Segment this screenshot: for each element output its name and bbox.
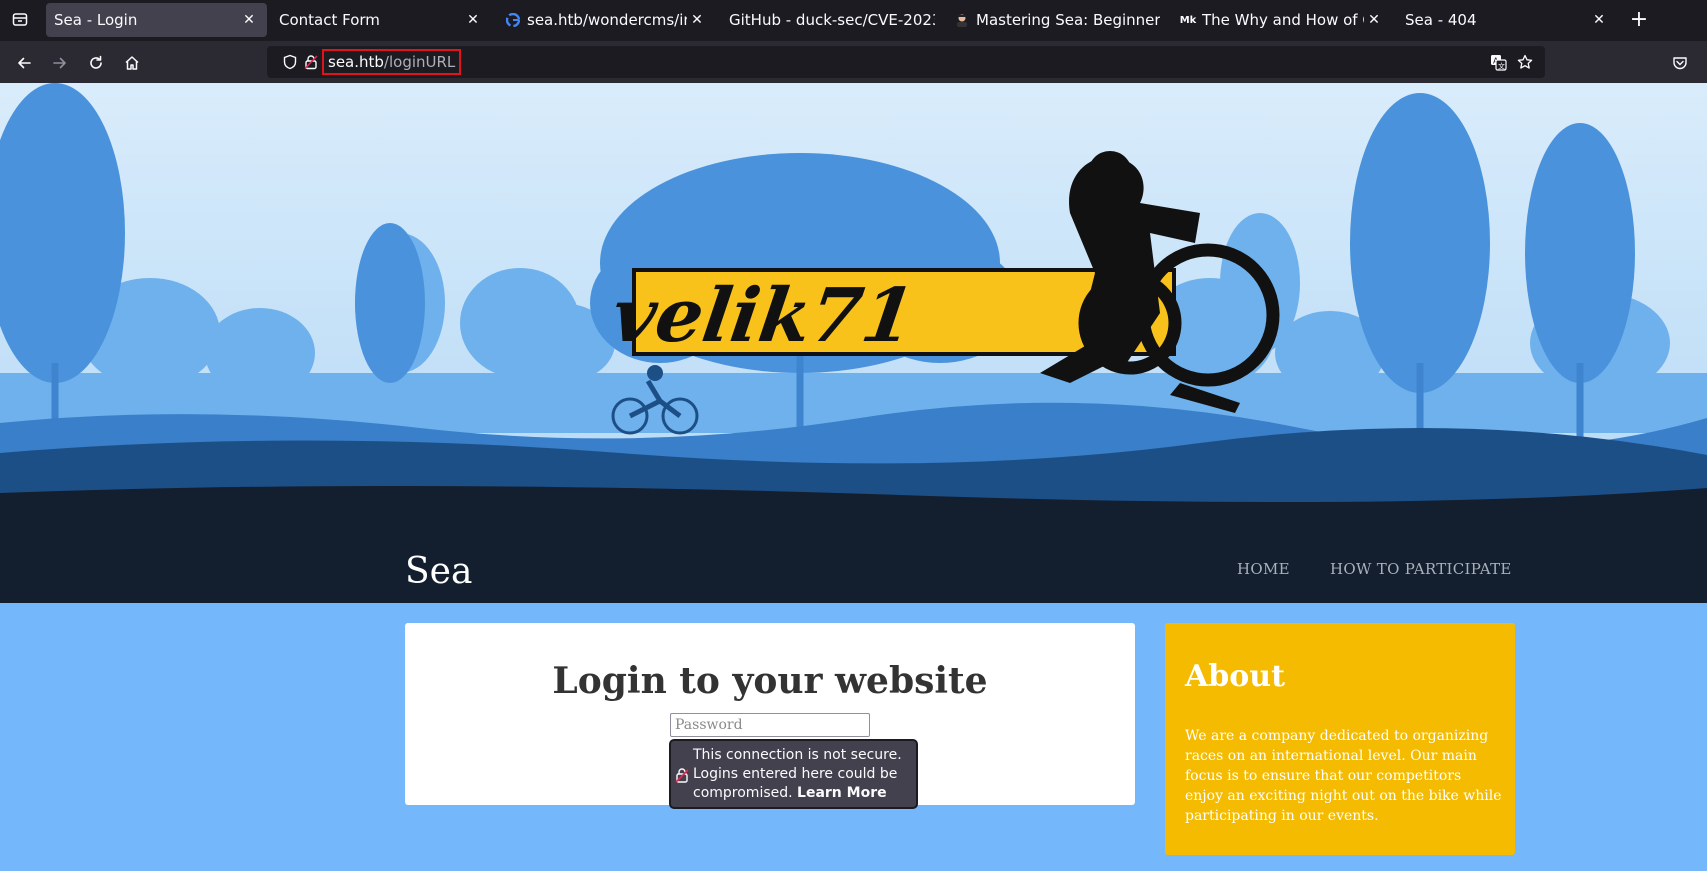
tab-title: GitHub - duck-sec/CVE-2023 bbox=[729, 11, 935, 29]
tab-strip: Sea - Login ✕ Contact Form ✕ sea.htb/won… bbox=[0, 0, 1707, 41]
tab-title: Mastering Sea: Beginner's bbox=[976, 11, 1160, 29]
tab-why-how-cve[interactable]: Mk The Why and How of CVE ✕ bbox=[1172, 3, 1392, 37]
forward-button[interactable] bbox=[47, 50, 73, 76]
insecure-lock-icon bbox=[675, 767, 689, 789]
web-page: velik71 Sea HOME HOW TO PARTICIPATE Logi… bbox=[0, 83, 1707, 871]
header-banner: velik71 Sea HOME HOW TO PARTICIPATE bbox=[0, 83, 1707, 603]
reload-icon bbox=[90, 55, 102, 69]
medium-icon: Mk bbox=[1179, 14, 1197, 26]
insecure-lock-icon[interactable] bbox=[303, 54, 319, 74]
tab-sea-404[interactable]: Sea - 404 ✕ bbox=[1397, 3, 1617, 37]
logo-text: velik71 bbox=[607, 271, 920, 359]
site-title[interactable]: Sea bbox=[405, 551, 472, 592]
forest-banner-image: velik71 bbox=[0, 83, 1707, 603]
tab-contact-form[interactable]: Contact Form ✕ bbox=[271, 3, 491, 37]
new-tab-button[interactable]: + bbox=[1627, 7, 1651, 32]
url-bar[interactable]: sea.htb/loginURL A文 bbox=[267, 46, 1545, 78]
tab-mastering-sea[interactable]: Mastering Sea: Beginner's bbox=[946, 3, 1168, 37]
tab-sea-login[interactable]: Sea - Login ✕ bbox=[46, 3, 267, 37]
arrow-left-icon bbox=[18, 57, 31, 69]
avatar-icon bbox=[954, 12, 970, 28]
translate-icon[interactable]: A文 bbox=[1490, 54, 1507, 75]
tab-title: The Why and How of CVE bbox=[1202, 11, 1364, 29]
url-host: sea.htb bbox=[328, 53, 384, 71]
home-button[interactable] bbox=[119, 50, 145, 76]
learn-more-link[interactable]: Learn More bbox=[797, 785, 887, 801]
close-tab-icon[interactable]: ✕ bbox=[463, 10, 483, 30]
close-tab-icon[interactable]: ✕ bbox=[239, 10, 259, 30]
login-heading: Login to your website bbox=[552, 660, 988, 702]
password-input[interactable] bbox=[670, 713, 870, 737]
home-icon bbox=[125, 56, 139, 70]
pocket-icon bbox=[1673, 57, 1687, 70]
svg-text:文: 文 bbox=[1498, 62, 1505, 71]
tab-title: Sea - Login bbox=[54, 11, 138, 29]
tab-title: Sea - 404 bbox=[1405, 11, 1477, 29]
tab-title: Contact Form bbox=[279, 11, 380, 29]
tab-list-icon bbox=[12, 13, 28, 26]
tracking-protection-shield-icon[interactable] bbox=[282, 54, 298, 74]
list-all-tabs-button[interactable] bbox=[8, 7, 32, 31]
nav-link-how-to-participate[interactable]: HOW TO PARTICIPATE bbox=[1330, 560, 1512, 578]
insecure-login-warning: This connection is not secure. Logins en… bbox=[669, 739, 918, 809]
tab-title: sea.htb/wondercms/inde bbox=[527, 11, 687, 29]
tab-github[interactable]: GitHub - duck-sec/CVE-2023 bbox=[721, 3, 943, 37]
nav-link-home[interactable]: HOME bbox=[1237, 560, 1290, 578]
url-path: /loginURL bbox=[383, 53, 456, 71]
pocket-button[interactable] bbox=[1667, 50, 1693, 76]
about-text: We are a company dedicated to organizing… bbox=[1185, 728, 1502, 824]
about-title: About bbox=[1185, 659, 1285, 694]
close-tab-icon[interactable]: ✕ bbox=[1364, 10, 1384, 30]
about-panel: About We are a company dedicated to orga… bbox=[1165, 623, 1515, 855]
arrow-right-icon bbox=[53, 57, 66, 69]
bookmark-star-icon[interactable] bbox=[1517, 54, 1533, 74]
reload-button[interactable] bbox=[83, 50, 109, 76]
navigation-toolbar: sea.htb/loginURL A文 bbox=[0, 41, 1707, 83]
back-button[interactable] bbox=[11, 50, 37, 76]
google-icon bbox=[505, 12, 521, 28]
tab-wondercms[interactable]: sea.htb/wondercms/inde ✕ bbox=[497, 3, 715, 37]
close-tab-icon[interactable]: ✕ bbox=[1589, 10, 1609, 30]
close-tab-icon[interactable]: ✕ bbox=[687, 10, 707, 30]
url-text[interactable]: sea.htb/loginURL bbox=[322, 49, 462, 75]
